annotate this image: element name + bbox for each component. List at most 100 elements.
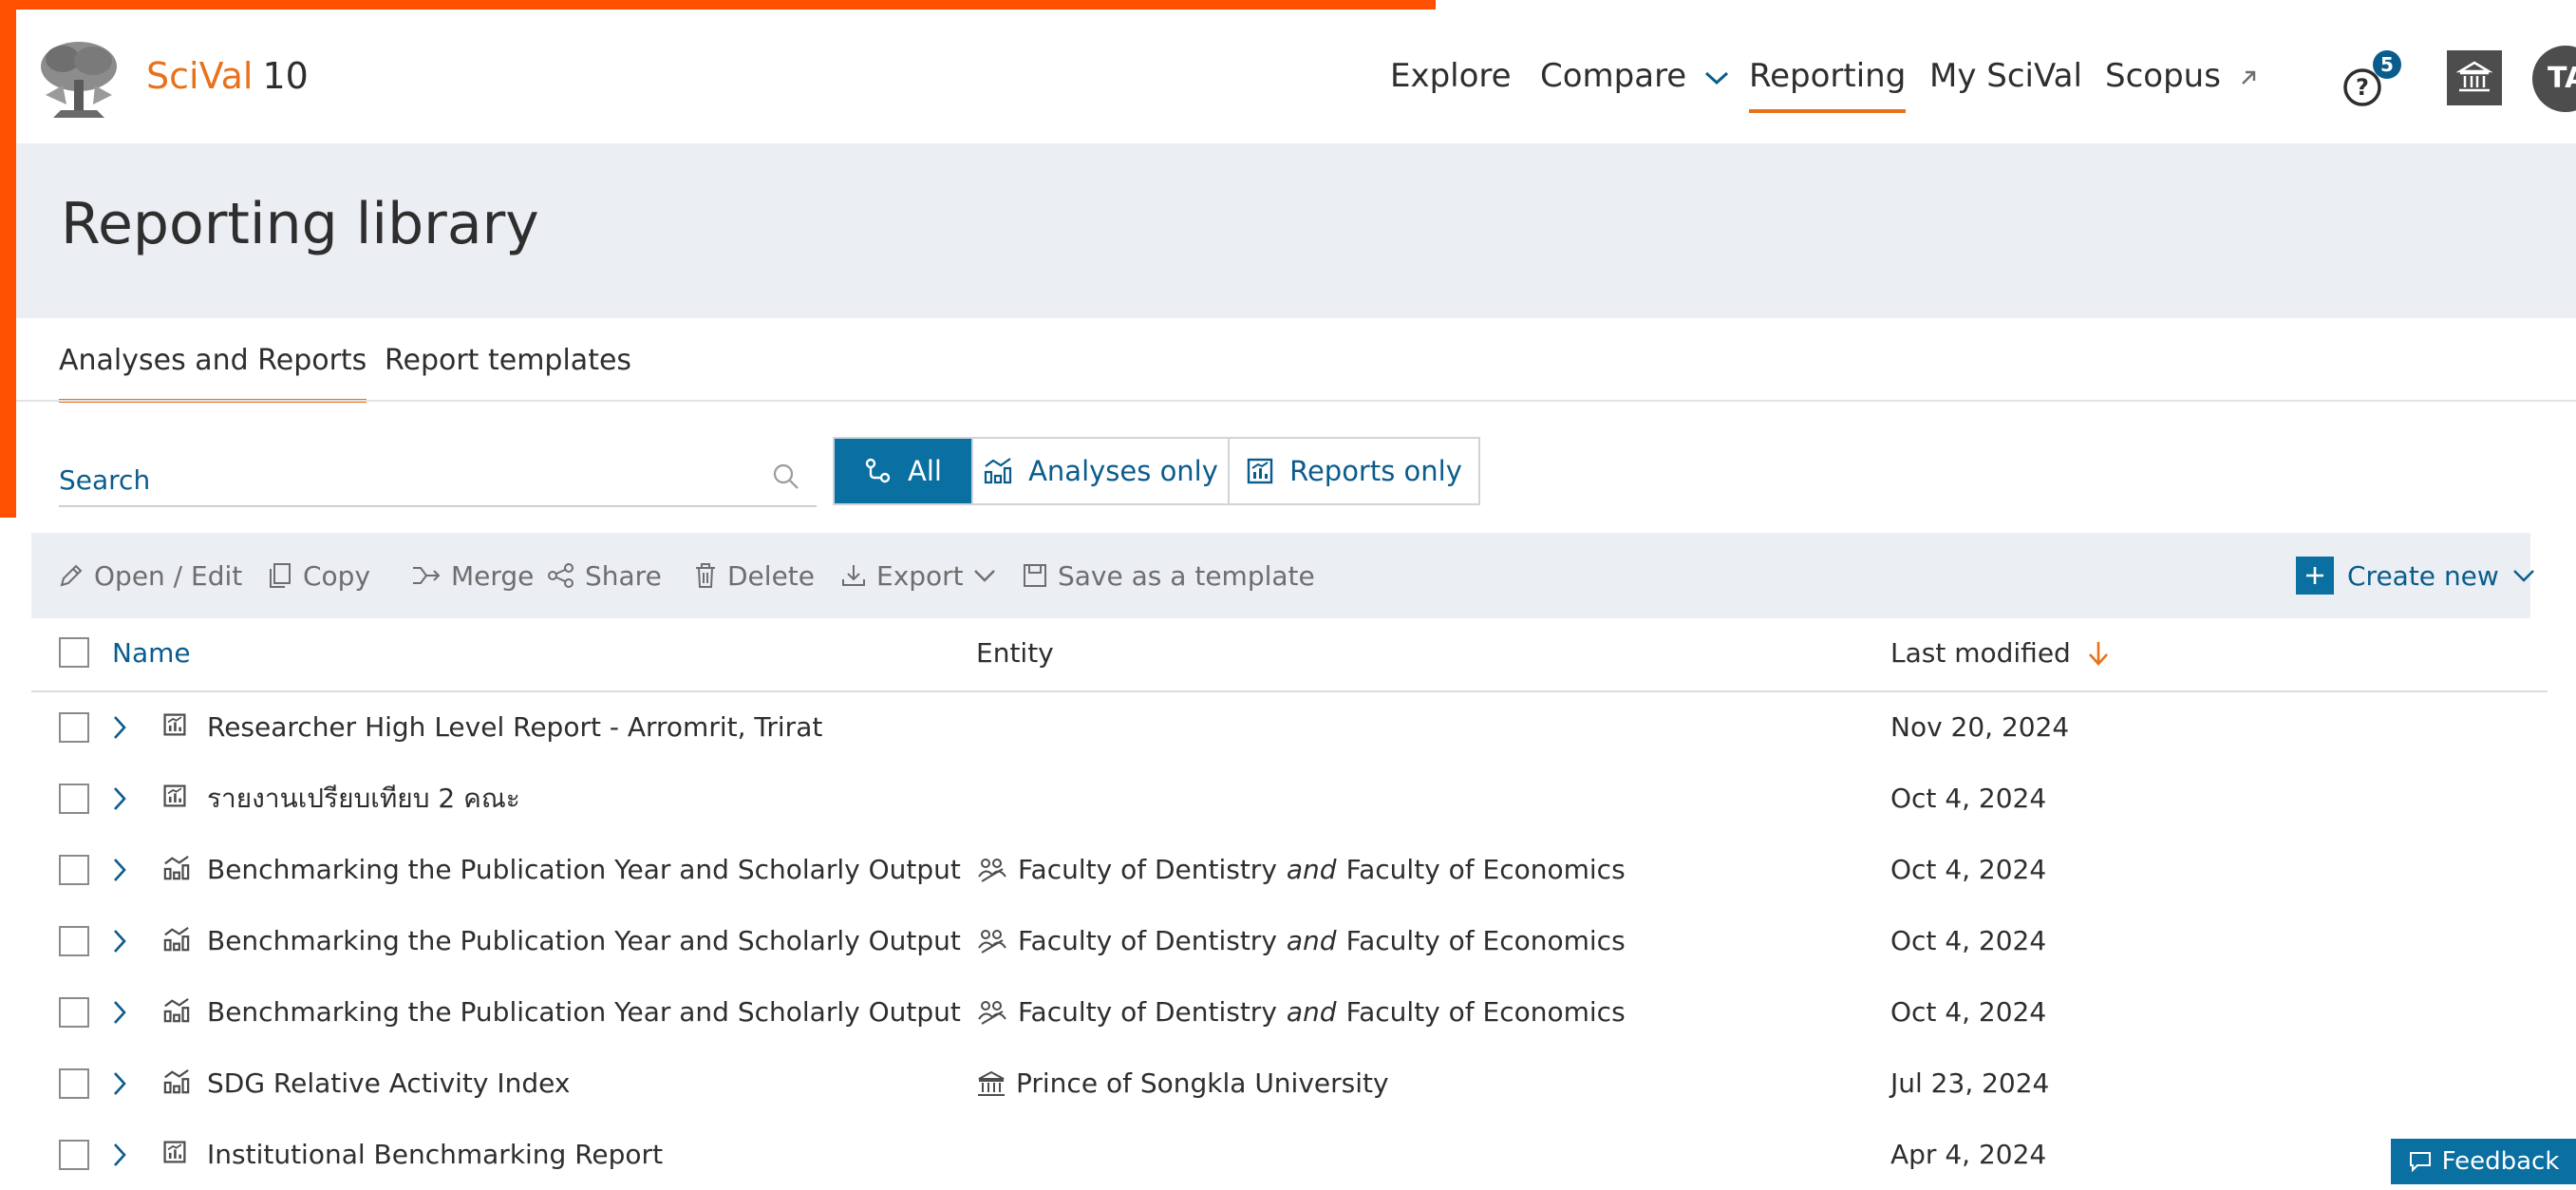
search-icon[interactable]	[771, 462, 801, 492]
item-name[interactable]: Benchmarking the Publication Year and Sc…	[207, 921, 961, 961]
copy-label: Copy	[303, 559, 371, 592]
item-name[interactable]: Institutional Benchmarking Report	[207, 1135, 663, 1175]
row-checkbox[interactable]	[59, 926, 89, 956]
chat-bubble-icon	[2409, 1152, 2431, 1173]
item-type-icon	[162, 926, 191, 956]
institution-icon	[978, 1070, 1005, 1096]
entity-secondary: Faculty of Economics	[1345, 854, 1626, 885]
filter-reports-button[interactable]: Reports only	[1228, 439, 1478, 503]
filter-analyses-label: Analyses only	[1028, 455, 1218, 487]
item-last-modified: Jul 23, 2024	[1890, 1067, 2050, 1099]
row-checkbox[interactable]	[59, 784, 89, 814]
filter-analyses-button[interactable]: Analyses only	[971, 439, 1228, 503]
chevron-down-icon	[1705, 71, 1729, 85]
delete-button[interactable]: Delete	[693, 554, 815, 597]
table-row[interactable]: Benchmarking the Publication Year and Sc…	[31, 977, 2548, 1048]
item-type-icon	[162, 1140, 187, 1168]
merge-button[interactable]: Merge	[411, 554, 534, 597]
tab-report-templates[interactable]: Report templates	[385, 340, 631, 399]
item-last-modified: Nov 20, 2024	[1890, 711, 2070, 743]
export-label: Export	[876, 559, 964, 592]
filter-all-button[interactable]: All	[835, 439, 971, 503]
institution-button[interactable]	[2447, 50, 2502, 105]
nav-scopus-label: Scopus	[2105, 57, 2221, 95]
select-all-checkbox[interactable]	[59, 637, 89, 668]
create-new-button[interactable]: Create new	[2296, 552, 2535, 599]
item-type-icon	[162, 855, 191, 885]
expand-row-button[interactable]	[111, 998, 128, 1030]
trash-icon	[696, 563, 715, 588]
brand-version: 10	[262, 55, 309, 97]
nav-reporting[interactable]: Reporting	[1749, 52, 1907, 113]
entity-secondary: Faculty of Economics	[1345, 925, 1626, 956]
nav-compare-label: Compare	[1540, 57, 1687, 95]
export-button[interactable]: Export	[840, 554, 996, 597]
table-row[interactable]: Researcher High Level Report - Arromrit,…	[31, 692, 2548, 763]
row-checkbox[interactable]	[59, 1068, 89, 1099]
item-name[interactable]: รายงานเปรียบเทียบ 2 คณะ	[207, 779, 520, 819]
expand-row-button[interactable]	[111, 713, 128, 746]
open-edit-label: Open / Edit	[94, 559, 243, 592]
item-name[interactable]: Benchmarking the Publication Year and Sc…	[207, 992, 961, 1032]
group-icon	[978, 1001, 1006, 1025]
expand-row-button[interactable]	[111, 784, 128, 817]
save-as-template-label: Save as a template	[1058, 559, 1315, 592]
column-header-last-modified[interactable]: Last modified	[1890, 634, 2111, 672]
share-button[interactable]: Share	[547, 554, 662, 597]
type-filter-group: All Analyses only Reports only	[833, 437, 1480, 505]
nav-reporting-label: Reporting	[1749, 57, 1907, 95]
item-name[interactable]: Researcher High Level Report - Arromrit,…	[207, 708, 822, 747]
pencil-icon	[60, 564, 83, 587]
expand-row-button[interactable]	[111, 856, 128, 888]
open-edit-button[interactable]: Open / Edit	[58, 554, 242, 597]
row-checkbox[interactable]	[59, 997, 89, 1028]
item-type-icon	[162, 1068, 191, 1099]
item-last-modified: Apr 4, 2024	[1890, 1139, 2047, 1170]
table-row[interactable]: Institutional Benchmarking Report Apr 4, …	[31, 1120, 2548, 1190]
entity-primary: Faculty of Dentistry	[1018, 854, 1277, 885]
table-row[interactable]: รายงานเปรียบเทียบ 2 คณะ Oct 4, 2024	[31, 764, 2548, 834]
copy-button[interactable]: Copy	[267, 554, 370, 597]
brand-name[interactable]: SciVal 10	[146, 52, 309, 100]
nav-my-scival[interactable]: My SciVal	[1929, 52, 2082, 109]
item-name[interactable]: SDG Relative Activity Index	[207, 1064, 570, 1104]
column-header-name[interactable]: Name	[112, 634, 191, 672]
share-icon	[548, 563, 573, 588]
external-link-icon	[2241, 70, 2255, 85]
expand-row-button[interactable]	[111, 1141, 128, 1173]
feedback-button[interactable]: Feedback	[2391, 1139, 2576, 1184]
user-avatar[interactable]: TA	[2532, 46, 2576, 112]
row-checkbox[interactable]	[59, 1140, 89, 1170]
tab-analyses-and-reports[interactable]: Analyses and Reports	[59, 340, 367, 403]
last-modified-label: Last modified	[1890, 637, 2071, 669]
table-row[interactable]: SDG Relative Activity Index Prince of Son…	[31, 1048, 2548, 1119]
table-row[interactable]: Benchmarking the Publication Year and Sc…	[31, 906, 2548, 976]
entity-primary: Faculty of Dentistry	[1018, 925, 1277, 956]
entity-joiner: and	[1286, 925, 1337, 956]
entity-joiner: and	[1286, 996, 1337, 1028]
chevron-right-icon	[114, 859, 126, 881]
item-entity: Prince of Songkla University	[976, 1064, 1389, 1104]
table-row[interactable]: Benchmarking the Publication Year and Sc…	[31, 835, 2548, 905]
chevron-right-icon	[114, 1001, 126, 1024]
expand-row-button[interactable]	[111, 927, 128, 959]
entity-primary: Prince of Songkla University	[1016, 1067, 1389, 1099]
search-input[interactable]	[59, 454, 817, 507]
notification-badge: 5	[2373, 50, 2401, 79]
expand-row-button[interactable]	[111, 1069, 128, 1102]
group-icon	[978, 859, 1006, 882]
item-name[interactable]: Benchmarking the Publication Year and Sc…	[207, 850, 961, 890]
row-checkbox[interactable]	[59, 855, 89, 885]
help-button[interactable]: ? 5	[2341, 50, 2407, 111]
analysis-chart-icon	[163, 1068, 190, 1094]
column-header-entity: Entity	[976, 637, 1054, 669]
report-icon	[1247, 458, 1273, 484]
top-accent-bar	[0, 0, 1436, 9]
elsevier-tree-logo-icon[interactable]	[34, 38, 123, 123]
save-as-template-button[interactable]: Save as a template	[1022, 554, 1315, 597]
row-checkbox[interactable]	[59, 712, 89, 743]
institution-icon	[2455, 61, 2493, 92]
nav-compare[interactable]: Compare	[1540, 52, 1729, 109]
nav-scopus[interactable]: Scopus	[2105, 52, 2258, 109]
nav-explore[interactable]: Explore	[1390, 52, 1512, 109]
